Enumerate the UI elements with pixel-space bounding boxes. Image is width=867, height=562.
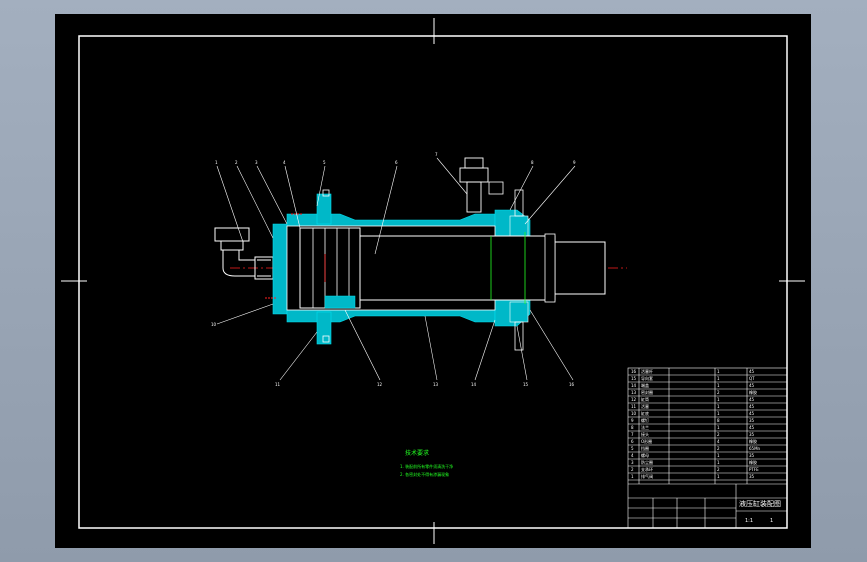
parts-row-no: 8 <box>631 425 634 430</box>
parts-row-no: 15 <box>631 376 637 381</box>
drawing-scale: 1:1 <box>745 518 753 524</box>
parts-row-no: 1 <box>631 474 634 479</box>
cylinder-section <box>265 157 606 351</box>
parts-row-qty: 2 <box>717 467 720 472</box>
parts-row-name: 螺母 <box>641 452 649 458</box>
parts-row-no: 3 <box>631 460 634 465</box>
notes-line-2: 2. 各密封处不得有渗漏现象 <box>400 471 449 477</box>
parts-row-name: 端盖 <box>641 382 649 388</box>
parts-row-qty: 8 <box>717 418 720 423</box>
notes-line-1: 1. 装配前所有零件须清洗干净 <box>400 463 453 469</box>
parts-row-name: 挡圈 <box>641 445 649 451</box>
parts-row-no: 7 <box>631 432 634 437</box>
parts-row-name: 防尘圈 <box>641 459 653 465</box>
balloon-9: 9 <box>573 160 576 165</box>
balloon-2: 2 <box>235 160 238 165</box>
parts-row-qty: 1 <box>717 404 720 409</box>
parts-row-qty: 1 <box>717 425 720 430</box>
parts-row-qty: 4 <box>717 439 720 444</box>
title-block-text: 液压缸装配图 1:1 1 <box>739 499 781 524</box>
balloon-10: 10 <box>211 322 217 327</box>
parts-row-mat: 35 <box>749 474 755 479</box>
parts-row-mat: 橡胶 <box>749 438 757 444</box>
balloon-15: 15 <box>523 382 529 387</box>
parts-row-no: 14 <box>631 383 637 388</box>
parts-row-mat: 35 <box>749 453 755 458</box>
cad-viewport[interactable]: 1 2 3 4 5 6 7 8 9 10 11 12 13 14 15 16 技… <box>0 0 867 562</box>
balloon-8: 8 <box>531 160 534 165</box>
parts-row-mat: 45 <box>749 383 755 388</box>
parts-row-mat: 45 <box>749 369 755 374</box>
parts-row-name: 排气阀 <box>641 473 653 479</box>
parts-row-mat: 35 <box>749 432 755 437</box>
parts-list: 16 活塞杆 1 4515 导向套 1 QT14 端盖 1 4513 密封圈 2 橡胶12 缸筒 1 4511… <box>631 368 761 479</box>
parts-row-no: 6 <box>631 439 634 444</box>
parts-row-qty: 1 <box>717 460 720 465</box>
balloon-14: 14 <box>471 382 477 387</box>
notes-title: 技术要求 <box>405 449 429 457</box>
balloon-13: 13 <box>433 382 439 387</box>
parts-row-no: 13 <box>631 390 637 395</box>
parts-row-mat: 45 <box>749 411 755 416</box>
parts-row-mat: PTFE <box>749 467 759 472</box>
drawing-sheet[interactable]: 1 2 3 4 5 6 7 8 9 10 11 12 13 14 15 16 技… <box>55 14 811 548</box>
balloon-11: 11 <box>275 382 281 387</box>
parts-row-no: 10 <box>631 411 637 416</box>
balloon-7: 7 <box>435 152 438 157</box>
parts-row-qty: 2 <box>717 446 720 451</box>
parts-row-qty: 1 <box>717 376 720 381</box>
parts-row-name: O形圈 <box>641 438 652 444</box>
parts-row-mat: 65Mn <box>749 446 761 451</box>
balloon-3: 3 <box>255 160 258 165</box>
parts-row-qty: 1 <box>717 383 720 388</box>
parts-row-mat: 45 <box>749 425 755 430</box>
parts-row-name: 导向套 <box>641 375 653 381</box>
drawing-name: 液压缸装配图 <box>739 499 781 508</box>
parts-row-qty: 2 <box>717 390 720 395</box>
balloon-4: 4 <box>283 160 286 165</box>
parts-row-no: 16 <box>631 369 637 374</box>
parts-row-mat: 45 <box>749 397 755 402</box>
assembly-drawing: 1 2 3 4 5 6 7 8 9 10 11 12 13 14 15 16 技… <box>61 18 805 544</box>
parts-row-name: 活塞 <box>641 403 649 409</box>
drawing-sheet-no: 1 <box>770 518 773 524</box>
parts-row-mat: 35 <box>749 418 755 423</box>
inlet-fitting <box>214 227 274 280</box>
parts-row-no: 12 <box>631 397 637 402</box>
balloon-16: 16 <box>569 382 575 387</box>
parts-row-no: 11 <box>631 404 637 409</box>
balloon-12: 12 <box>377 382 383 387</box>
parts-row-qty: 1 <box>717 453 720 458</box>
parts-row-name: 法兰 <box>641 424 649 430</box>
parts-row-mat: QT <box>749 376 755 381</box>
balloon-5: 5 <box>323 160 326 165</box>
technical-notes: 技术要求 1. 装配前所有零件须清洗干净 2. 各密封处不得有渗漏现象 <box>400 449 453 477</box>
parts-row-qty: 1 <box>717 411 720 416</box>
parts-row-name: 缸底 <box>641 410 649 416</box>
parts-row-no: 9 <box>631 418 634 423</box>
parts-row-qty: 1 <box>717 369 720 374</box>
balloon-1: 1 <box>215 160 218 165</box>
parts-row-mat: 橡胶 <box>749 389 757 395</box>
parts-row-no: 5 <box>631 446 634 451</box>
parts-row-mat: 橡胶 <box>749 459 757 465</box>
parts-row-name: 密封圈 <box>641 389 653 395</box>
parts-row-name: 支承环 <box>641 466 653 472</box>
parts-row-name: 螺钉 <box>641 417 649 423</box>
parts-row-no: 4 <box>631 453 634 458</box>
parts-row-qty: 1 <box>717 397 720 402</box>
parts-row-name: 接头 <box>641 431 649 437</box>
parts-row-name: 活塞杆 <box>641 368 653 374</box>
parts-row-no: 2 <box>631 467 634 472</box>
parts-row-qty: 1 <box>717 474 720 479</box>
parts-row-name: 缸筒 <box>641 396 649 402</box>
parts-row-mat: 45 <box>749 404 755 409</box>
parts-row-qty: 2 <box>717 432 720 437</box>
balloon-6: 6 <box>395 160 398 165</box>
